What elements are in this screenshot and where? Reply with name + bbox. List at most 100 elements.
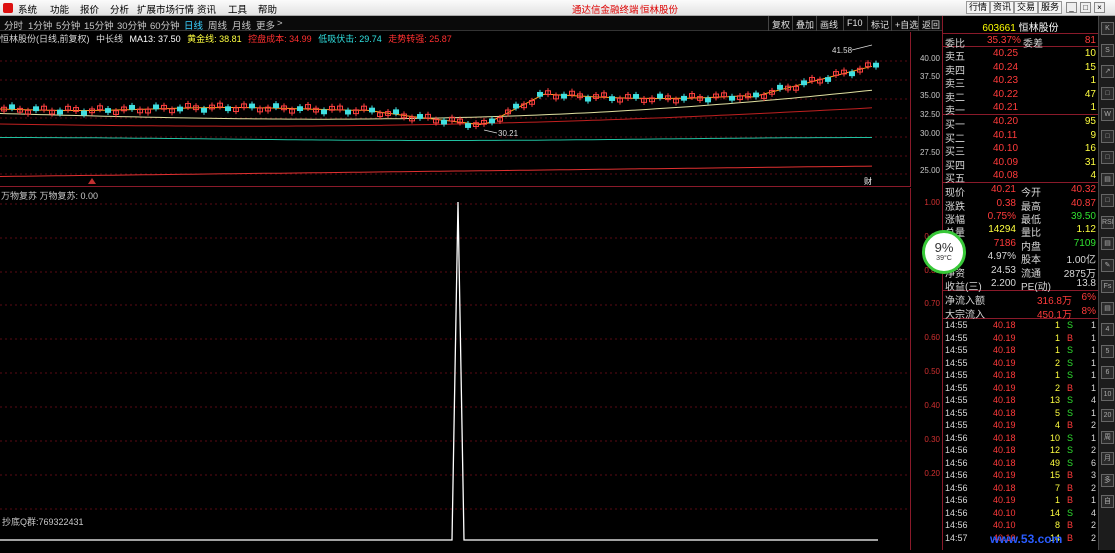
ask-row[interactable]: 卖五 40.25 10 <box>943 47 1098 63</box>
sidebar-tool-icon[interactable]: ✎ <box>1101 258 1114 272</box>
tick-row[interactable]: 14:55 40.18 1 S 1 <box>943 319 1098 332</box>
menu-quote[interactable]: 报价 <box>80 2 99 16</box>
sidebar-tool-icon[interactable]: 多 <box>1101 473 1114 487</box>
sidebar-tool-icon[interactable]: W <box>1101 108 1114 121</box>
candle-body[interactable] <box>561 93 567 99</box>
menu-stock-link[interactable]: 恒林股份 <box>640 2 678 16</box>
candle-body[interactable] <box>369 107 375 113</box>
candle-body[interactable] <box>729 95 735 101</box>
candle-body[interactable] <box>249 103 255 109</box>
ask-row[interactable]: 卖四 40.24 15 <box>943 61 1098 77</box>
tick-row[interactable]: 14:55 40.18 1 S 1 <box>943 369 1098 382</box>
top-btn-news[interactable]: 资讯 <box>990 1 1015 14</box>
ask-row[interactable]: 卖三 40.23 1 <box>943 74 1098 90</box>
sidebar-tool-icon[interactable]: ↗ <box>1101 65 1114 78</box>
candle-body[interactable] <box>465 123 471 128</box>
tick-row[interactable]: 14:56 40.10 8 B 2 <box>943 519 1098 532</box>
candle-body[interactable] <box>345 109 351 115</box>
bid-row[interactable]: 买二 40.11 9 <box>943 129 1098 145</box>
candle-body[interactable] <box>849 71 855 77</box>
weather-widget[interactable]: 9% 39°C <box>922 230 966 274</box>
toolbar-add-watchlist[interactable]: +自选 <box>891 16 921 31</box>
candle-body[interactable] <box>753 92 759 98</box>
tick-list[interactable]: 14:55 40.18 1 S 1 14:55 40.19 1 B 1 14:55 40.18 1 S 1 1… <box>943 319 1098 544</box>
bid-row[interactable]: 买五 40.08 4 <box>943 169 1098 185</box>
menu-terminal-link[interactable]: 通达信金融终端 <box>572 2 639 16</box>
sidebar-tool-icon[interactable]: S <box>1101 43 1114 57</box>
tick-row[interactable]: 14:55 40.19 2 B 1 <box>943 382 1098 395</box>
sidebar-tool-icon[interactable]: 自 <box>1101 495 1114 508</box>
sidebar-tool-icon[interactable]: 4 <box>1101 323 1114 336</box>
candle-body[interactable] <box>81 110 87 116</box>
top-btn-market[interactable]: 行情 <box>966 1 991 14</box>
menu-analysis[interactable]: 分析 <box>110 2 129 16</box>
candle-body[interactable] <box>489 118 495 124</box>
sidebar-tool-icon[interactable]: □ <box>1101 86 1114 100</box>
tick-row[interactable]: 14:56 40.19 1 B 1 <box>943 494 1098 507</box>
sidebar-tool-icon[interactable]: 10 <box>1101 387 1114 401</box>
menu-news[interactable]: 资讯 <box>197 2 216 16</box>
tick-row[interactable]: 14:55 40.18 5 S 1 <box>943 407 1098 420</box>
candle-body[interactable] <box>9 104 15 110</box>
sidebar-tool-icon[interactable]: ▤ <box>1101 172 1114 186</box>
period-tab-60min[interactable]: 60分钟 <box>150 18 180 32</box>
candle-body[interactable] <box>441 119 447 125</box>
tick-row[interactable]: 14:56 40.19 15 B 3 <box>943 469 1098 482</box>
period-tab-daily[interactable]: 日线 <box>184 18 203 32</box>
tick-row[interactable]: 14:56 40.18 10 S 1 <box>943 432 1098 445</box>
sidebar-tool-icon[interactable]: 6 <box>1101 366 1114 379</box>
kline-chart-panel[interactable]: 41.58 30.21 财 <box>0 32 910 187</box>
sidebar-tool-icon[interactable]: □ <box>1101 129 1114 143</box>
sidebar-tool-icon[interactable]: K <box>1101 22 1114 35</box>
toolbar-f10[interactable]: F10 <box>843 16 866 31</box>
candle-body[interactable] <box>537 91 543 97</box>
toolbar-draw-line[interactable]: 画线 <box>816 16 841 31</box>
close-icon[interactable]: × <box>1094 2 1105 13</box>
sidebar-tool-icon[interactable]: 20 <box>1101 409 1114 422</box>
period-tab-1min[interactable]: 1分钟 <box>28 18 52 32</box>
ask-row[interactable]: 卖一 40.21 1 <box>943 101 1098 117</box>
candle-body[interactable] <box>201 107 207 113</box>
sidebar-tool-icon[interactable]: □ <box>1101 151 1114 164</box>
bid-row[interactable]: 买三 40.10 16 <box>943 142 1098 158</box>
minimize-icon[interactable]: _ <box>1066 2 1077 13</box>
top-btn-trade[interactable]: 交易 <box>1014 1 1039 14</box>
period-tab-5min[interactable]: 5分钟 <box>56 18 80 32</box>
candle-body[interactable] <box>105 108 111 113</box>
period-tab-30min[interactable]: 30分钟 <box>117 18 147 32</box>
indicator-chart-panel[interactable] <box>0 188 910 550</box>
sidebar-tool-icon[interactable]: 周 <box>1101 430 1114 444</box>
tick-row[interactable]: 14:55 40.18 13 S 4 <box>943 394 1098 407</box>
menu-tools[interactable]: 工具 <box>228 2 247 16</box>
candle-body[interactable] <box>873 62 879 68</box>
tick-row[interactable]: 14:55 40.18 1 S 1 <box>943 344 1098 357</box>
maximize-icon[interactable]: □ <box>1080 2 1091 13</box>
toolbar-overlay[interactable]: 叠加 <box>792 16 817 31</box>
menu-function[interactable]: 功能 <box>50 2 69 16</box>
quote-header[interactable]: 603661 恒林股份 <box>943 16 1098 34</box>
toolbar-restore-rights[interactable]: 复权 <box>768 16 793 31</box>
sidebar-tool-icon[interactable]: 5 <box>1101 344 1114 358</box>
menu-extended-market[interactable]: 扩展市场行情 <box>137 2 194 16</box>
tick-row[interactable]: 14:56 40.10 14 S 4 <box>943 507 1098 520</box>
indicator-chart-svg[interactable] <box>0 188 910 550</box>
candle-body[interactable] <box>33 106 39 112</box>
period-tab-monthly[interactable]: 月线 <box>232 18 251 32</box>
candle-body[interactable] <box>825 77 831 82</box>
period-tab-more[interactable]: 更多 <box>256 18 275 32</box>
candle-body[interactable] <box>273 103 279 109</box>
tick-row[interactable]: 14:56 40.18 49 S 6 <box>943 457 1098 470</box>
candle-body[interactable] <box>297 106 303 111</box>
candle-body[interactable] <box>705 97 711 103</box>
sidebar-tool-icon[interactable]: Fs <box>1101 280 1114 293</box>
candle-body[interactable] <box>177 106 183 112</box>
candle-body[interactable] <box>225 106 231 112</box>
ask-row[interactable]: 卖二 40.22 47 <box>943 88 1098 104</box>
menu-system[interactable]: 系统 <box>18 2 37 16</box>
candle-body[interactable] <box>417 114 423 119</box>
period-tab-timeshare[interactable]: 分时 <box>4 18 23 32</box>
menu-help[interactable]: 帮助 <box>258 2 277 16</box>
bid-row[interactable]: 买四 40.09 31 <box>943 156 1098 172</box>
sidebar-tool-icon[interactable]: 月 <box>1101 452 1114 465</box>
tick-row[interactable]: 14:56 40.18 7 B 2 <box>943 482 1098 495</box>
